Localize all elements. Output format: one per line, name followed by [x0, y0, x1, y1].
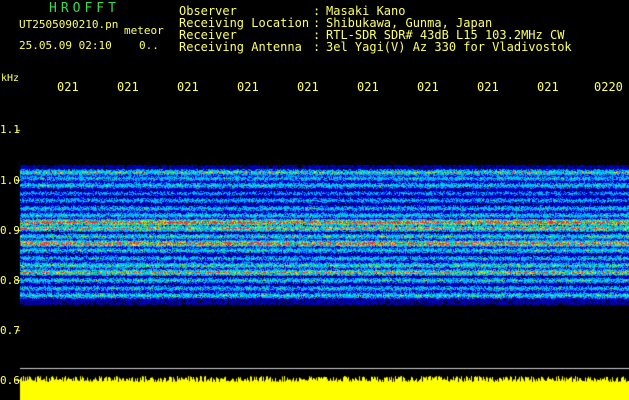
antenna-label: Receiving Antenna	[179, 40, 302, 54]
antenna-value: 3el Yagi(V) Az 330 for Vladivostok	[326, 40, 572, 54]
x-tick-label: 0220	[594, 80, 623, 94]
x-tick-label: 021	[537, 80, 559, 94]
status-mark: 0..	[139, 39, 159, 52]
x-tick-label: 021	[417, 80, 439, 94]
x-tick-label: 021	[297, 80, 319, 94]
x-tick-label: 021	[237, 80, 259, 94]
y-axis-unit: kHz	[1, 73, 20, 84]
y-tick-label: 0.7	[0, 324, 20, 337]
antenna-separator: :	[313, 40, 321, 54]
mode-label: meteor	[124, 24, 164, 37]
waterfall-spectrogram	[0, 0, 629, 400]
app-title: HROFFT	[49, 1, 120, 16]
y-tick-label: 0.6	[0, 374, 20, 387]
x-tick-label: 021	[477, 80, 499, 94]
file-name: UT2505090210.pn	[19, 18, 119, 31]
y-tick-label: 0.8	[0, 274, 20, 287]
hrofft-window: HROFFT UT2505090210.pn meteor 25.05.09 0…	[0, 0, 629, 400]
capture-datetime: 25.05.09 02:10	[19, 39, 112, 52]
x-tick-label: 021	[357, 80, 379, 94]
x-tick-label: 021	[57, 80, 79, 94]
x-tick-label: 021	[117, 80, 139, 94]
y-tick-label: 1.1	[0, 123, 20, 136]
y-tick-label: 1.0	[0, 174, 20, 187]
x-tick-label: 021	[177, 80, 199, 94]
y-tick-label: 0.9	[0, 224, 20, 237]
